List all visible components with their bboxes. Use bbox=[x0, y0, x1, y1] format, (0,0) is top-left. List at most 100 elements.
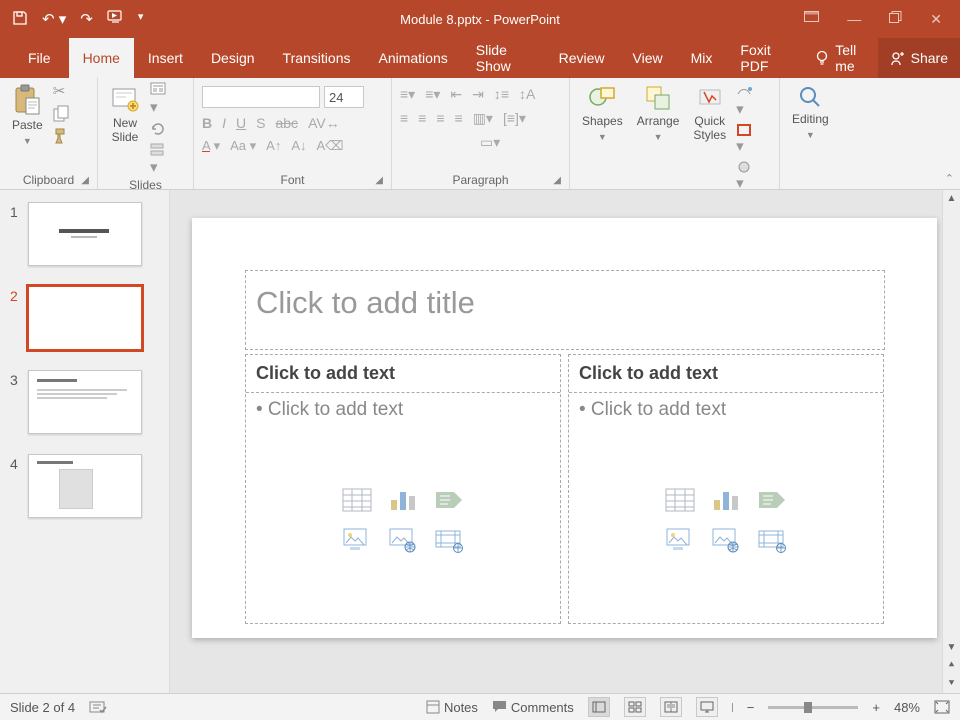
slide[interactable]: Click to add title Click to add text • C… bbox=[192, 218, 937, 638]
tab-slideshow[interactable]: Slide Show bbox=[462, 38, 545, 78]
bold-icon[interactable]: B bbox=[202, 115, 212, 131]
increase-font-icon[interactable]: A↑ bbox=[266, 138, 281, 154]
font-name-input[interactable] bbox=[202, 86, 320, 108]
tell-me[interactable]: Tell me bbox=[803, 38, 877, 78]
maximize-icon[interactable] bbox=[889, 11, 902, 28]
shape-effects-icon[interactable]: ▾ bbox=[736, 160, 754, 192]
format-painter-icon[interactable] bbox=[53, 127, 71, 145]
zoom-slider[interactable] bbox=[768, 706, 858, 709]
slide-sorter-view-icon[interactable] bbox=[624, 697, 646, 717]
tab-file[interactable]: File bbox=[14, 38, 65, 78]
columns-icon[interactable]: ▥▾ bbox=[473, 110, 493, 127]
paragraph-launcher-icon[interactable]: ◢ bbox=[553, 175, 561, 186]
left-content-placeholder[interactable]: Click to add text • Click to add text bbox=[245, 354, 561, 624]
insert-chart-icon[interactable] bbox=[384, 483, 422, 517]
insert-smartart-icon[interactable] bbox=[430, 483, 468, 517]
section-icon[interactable]: ▾ bbox=[150, 142, 170, 176]
insert-table-icon[interactable] bbox=[338, 483, 376, 517]
previous-slide-icon[interactable]: ⯅ bbox=[943, 657, 960, 675]
shape-fill-icon[interactable]: ▾ bbox=[736, 86, 754, 118]
tab-home[interactable]: Home bbox=[69, 38, 134, 78]
insert-table-icon[interactable] bbox=[661, 483, 699, 517]
increase-indent-icon[interactable]: ⇥ bbox=[472, 86, 484, 103]
align-center-icon[interactable]: ≡ bbox=[418, 110, 426, 127]
tab-mix[interactable]: Mix bbox=[677, 38, 727, 78]
underline-icon[interactable]: U bbox=[236, 115, 246, 131]
tab-view[interactable]: View bbox=[619, 38, 677, 78]
next-slide-icon[interactable]: ⯆ bbox=[943, 675, 960, 693]
slide-thumbnail-1[interactable] bbox=[28, 202, 142, 266]
font-color-icon[interactable]: A ▾ bbox=[202, 138, 220, 154]
new-slide-button[interactable]: New Slide bbox=[106, 82, 144, 147]
redo-icon[interactable]: ↷ bbox=[80, 10, 93, 28]
insert-pictures-icon[interactable] bbox=[338, 523, 376, 557]
cut-icon[interactable]: ✂ bbox=[53, 82, 71, 100]
insert-chart-icon[interactable] bbox=[707, 483, 745, 517]
title-placeholder[interactable]: Click to add title bbox=[245, 270, 885, 350]
insert-smartart-icon[interactable] bbox=[753, 483, 791, 517]
copy-icon[interactable] bbox=[53, 105, 71, 122]
scroll-up-icon[interactable]: ▲ bbox=[943, 190, 960, 208]
spell-check-icon[interactable] bbox=[89, 699, 107, 715]
collapse-ribbon-icon[interactable]: ⌃ bbox=[945, 172, 954, 185]
font-launcher-icon[interactable]: ◢ bbox=[375, 175, 383, 186]
tab-animations[interactable]: Animations bbox=[364, 38, 461, 78]
convert-smartart-icon[interactable]: ▭▾ bbox=[480, 134, 500, 151]
scroll-down-icon[interactable]: ▼ bbox=[943, 639, 960, 657]
line-spacing-icon[interactable]: ↕≡ bbox=[494, 86, 509, 103]
tab-transitions[interactable]: Transitions bbox=[269, 38, 365, 78]
bullets-icon[interactable]: ≡▾ bbox=[400, 86, 415, 103]
text-direction-icon[interactable]: ↕A bbox=[519, 86, 535, 103]
right-content-placeholder[interactable]: Click to add text • Click to add text bbox=[568, 354, 884, 624]
paste-button[interactable]: Paste ▼ bbox=[8, 82, 47, 148]
vertical-scrollbar[interactable]: ▲ ▼ ⯅ ⯆ bbox=[942, 190, 960, 693]
quick-styles-button[interactable]: Quick Styles bbox=[689, 82, 730, 145]
shape-outline-icon[interactable]: ▾ bbox=[736, 123, 754, 155]
insert-pictures-icon[interactable] bbox=[661, 523, 699, 557]
slide-thumbnail-3[interactable] bbox=[28, 370, 142, 434]
justify-icon[interactable]: ≡ bbox=[455, 110, 463, 127]
close-icon[interactable]: ✕ bbox=[930, 11, 942, 28]
decrease-font-icon[interactable]: A↓ bbox=[291, 138, 306, 154]
tab-review[interactable]: Review bbox=[545, 38, 619, 78]
save-icon[interactable] bbox=[12, 10, 28, 28]
start-from-beginning-icon[interactable] bbox=[107, 10, 124, 28]
notes-button[interactable]: Notes bbox=[426, 700, 478, 715]
comments-button[interactable]: Comments bbox=[492, 700, 574, 715]
slide-thumbnail-4[interactable] bbox=[28, 454, 142, 518]
align-left-icon[interactable]: ≡ bbox=[400, 110, 408, 127]
change-case-icon[interactable]: Aa ▾ bbox=[230, 138, 256, 154]
undo-icon[interactable]: ↶ ▾ bbox=[42, 10, 66, 28]
ribbon-display-icon[interactable] bbox=[804, 11, 819, 28]
arrange-button[interactable]: Arrange ▼ bbox=[633, 82, 684, 144]
reading-view-icon[interactable] bbox=[660, 697, 682, 717]
minimize-icon[interactable]: — bbox=[847, 11, 861, 28]
tab-design[interactable]: Design bbox=[197, 38, 269, 78]
insert-video-icon[interactable] bbox=[430, 523, 468, 557]
reset-icon[interactable] bbox=[150, 121, 170, 137]
slide-counter[interactable]: Slide 2 of 4 bbox=[10, 700, 75, 715]
numbering-icon[interactable]: ≡▾ bbox=[425, 86, 440, 103]
clipboard-launcher-icon[interactable]: ◢ bbox=[81, 175, 89, 186]
tab-foxit[interactable]: Foxit PDF bbox=[726, 38, 803, 78]
zoom-level[interactable]: 48% bbox=[894, 700, 920, 715]
insert-video-icon[interactable] bbox=[753, 523, 791, 557]
font-size-input[interactable] bbox=[324, 86, 364, 108]
character-spacing-icon[interactable]: AV↔ bbox=[308, 115, 340, 131]
tab-insert[interactable]: Insert bbox=[134, 38, 197, 78]
slide-show-view-icon[interactable] bbox=[696, 697, 718, 717]
shapes-button[interactable]: Shapes ▼ bbox=[578, 82, 627, 144]
strikethrough-icon[interactable]: abc bbox=[275, 115, 298, 131]
zoom-out-icon[interactable]: − bbox=[747, 700, 755, 715]
align-right-icon[interactable]: ≡ bbox=[436, 110, 444, 127]
normal-view-icon[interactable] bbox=[588, 697, 610, 717]
insert-online-pictures-icon[interactable] bbox=[707, 523, 745, 557]
zoom-in-icon[interactable]: + bbox=[872, 700, 880, 715]
fit-to-window-icon[interactable] bbox=[934, 700, 950, 714]
editing-button[interactable]: Editing ▼ bbox=[788, 82, 833, 142]
italic-icon[interactable]: I bbox=[222, 115, 226, 131]
clear-formatting-icon[interactable]: A⌫ bbox=[317, 138, 344, 154]
insert-online-pictures-icon[interactable] bbox=[384, 523, 422, 557]
slide-thumbnail-2[interactable] bbox=[28, 286, 142, 350]
align-text-icon[interactable]: [≡]▾ bbox=[503, 110, 526, 127]
